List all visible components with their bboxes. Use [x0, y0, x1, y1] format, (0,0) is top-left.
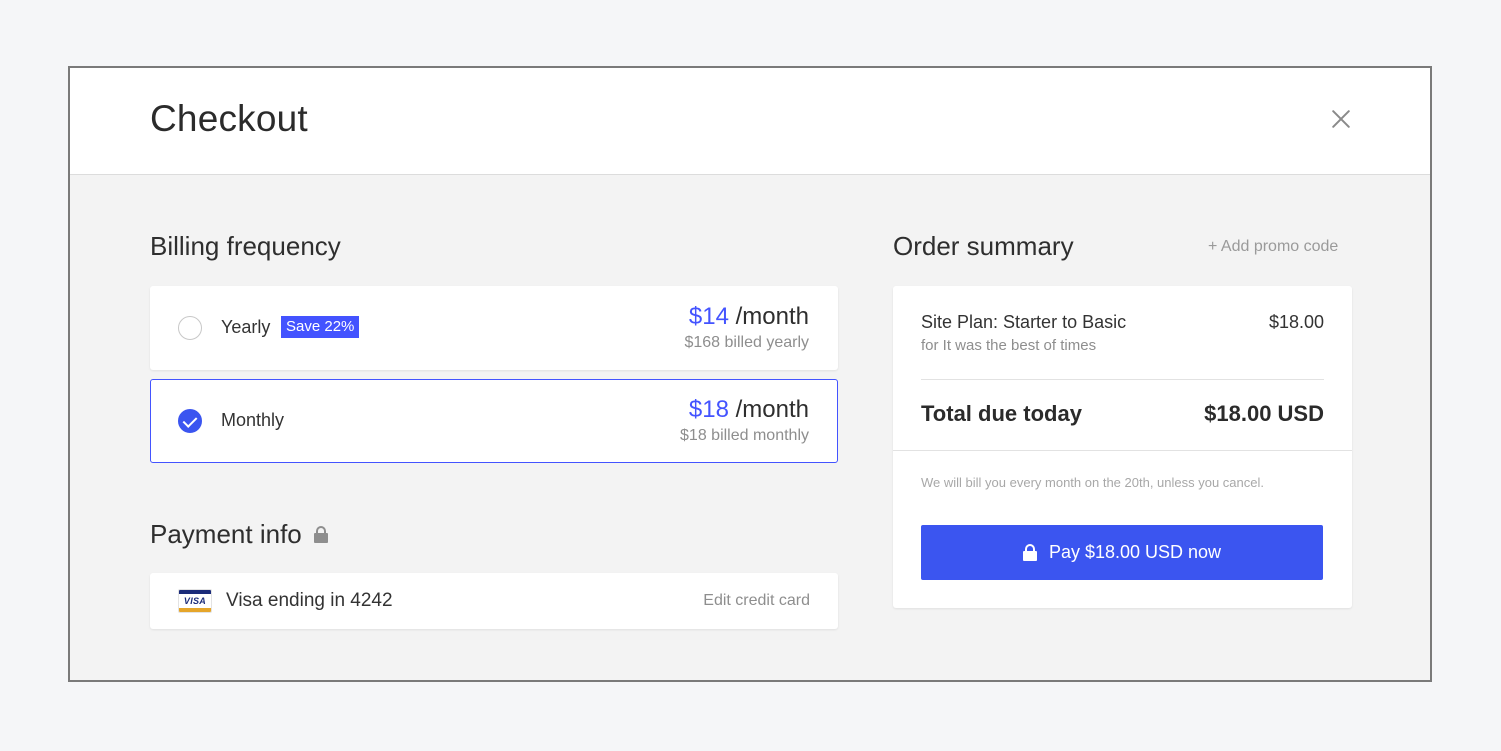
price-yearly: $14 /month	[689, 303, 809, 331]
saved-card-row: VISA Visa ending in 4242 Edit credit car…	[150, 573, 838, 629]
radio-yearly[interactable]	[178, 316, 202, 340]
price-monthly: $18 /month	[689, 396, 809, 424]
close-icon[interactable]	[1328, 106, 1354, 132]
price-amount-monthly: $18	[688, 396, 729, 423]
order-summary-card: Site Plan: Starter to Basic for It was t…	[893, 286, 1352, 608]
payment-info-heading: Payment info	[150, 519, 328, 550]
billing-frequency-heading: Billing frequency	[150, 231, 341, 261]
divider	[921, 379, 1324, 380]
total-label: Total due today	[921, 401, 1082, 426]
lock-icon	[313, 526, 328, 543]
pay-button-label: Pay $18.00 USD now	[1048, 542, 1222, 562]
visa-card-icon: VISA	[178, 589, 212, 613]
billing-option-yearly[interactable]: Yearly Save 22% $14 /month $168 billed y…	[150, 286, 838, 370]
billing-note: We will bill you every month on the 20th…	[921, 475, 1264, 490]
line-item-price: $18.00	[1268, 312, 1324, 332]
lock-icon	[1022, 544, 1037, 561]
payment-info-title: Payment info	[150, 519, 302, 549]
price-amount-yearly: $14	[688, 303, 729, 330]
pay-now-button[interactable]: Pay $18.00 USD now	[921, 525, 1323, 580]
card-label: Visa ending in 4242	[226, 590, 393, 611]
price-unit-yearly: /month	[728, 303, 809, 330]
price-unit-monthly: /month	[728, 396, 809, 423]
divider	[893, 450, 1352, 451]
page-title: Checkout	[150, 98, 308, 139]
line-item-name: Site Plan: Starter to Basic	[921, 312, 1127, 332]
line-item-subtitle: for It was the best of times	[921, 337, 1097, 354]
order-summary-heading: Order summary	[893, 231, 1074, 261]
edit-credit-card-link[interactable]: Edit credit card	[703, 592, 810, 610]
checkout-modal: Checkout Billing frequency Yearly Save 2…	[68, 66, 1432, 682]
add-promo-code-link[interactable]: + Add promo code	[1208, 238, 1338, 256]
save-badge: Save 22%	[281, 316, 360, 338]
billing-option-monthly[interactable]: Monthly $18 /month $18 billed monthly	[150, 379, 838, 463]
billed-text-yearly: $168 billed yearly	[684, 334, 809, 351]
option-label-yearly: Yearly	[221, 317, 271, 337]
modal-header: Checkout	[70, 68, 1430, 175]
radio-monthly-checked[interactable]	[178, 409, 202, 433]
total-value: $18.00 USD	[1204, 401, 1324, 426]
option-label-monthly: Monthly	[221, 410, 285, 430]
billed-text-monthly: $18 billed monthly	[680, 427, 809, 444]
